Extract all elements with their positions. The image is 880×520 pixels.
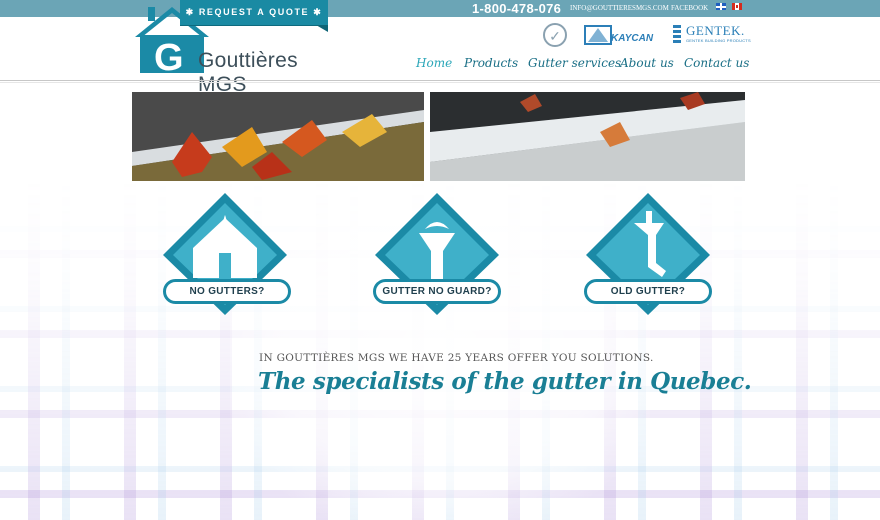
nav-gutter-services[interactable]: Gutter services <box>528 56 621 70</box>
kaycan-logo-text: KAYCAN <box>611 33 654 44</box>
service-label: GUTTER NO GUARD? <box>373 279 501 304</box>
service-gutter-no-guard[interactable]: GUTTER NO GUARD? <box>373 193 505 315</box>
gutter-guard-photo <box>430 92 745 181</box>
header-divider-shadow <box>0 82 880 83</box>
email-link[interactable]: INFO@GOUTTIERESMGS.COM <box>570 0 669 17</box>
request-quote-button[interactable]: ✱ REQUEST A QUOTE ✱ <box>180 0 328 32</box>
facebook-link[interactable]: FACEBOOK <box>671 0 708 17</box>
service-old-gutter[interactable]: OLD GUTTER? <box>584 193 716 315</box>
tagline-intro: In Gouttières MGS we have 25 years offer… <box>259 352 654 364</box>
nav-products[interactable]: Products <box>464 56 518 70</box>
check-badge-icon: ✓ <box>543 23 567 47</box>
nav-home[interactable]: Home <box>416 56 452 70</box>
service-label: OLD GUTTER? <box>584 279 712 304</box>
service-label: NO GUTTERS? <box>163 279 291 304</box>
quebec-flag-icon[interactable] <box>716 3 726 10</box>
logo-g-letter: G <box>154 37 184 79</box>
tagline-headline: The specialists of the gutter in Quebec. <box>258 368 752 395</box>
gentek-logo-text: GENTEK. <box>686 23 745 38</box>
logo-text: Gouttières MGS <box>198 49 298 96</box>
gutter-leaves-photo <box>132 92 424 181</box>
canada-flag-icon[interactable] <box>732 3 742 10</box>
nav-contact-us[interactable]: Contact us <box>684 56 749 70</box>
header-divider <box>0 80 880 81</box>
service-no-gutters[interactable]: NO GUTTERS? <box>163 193 295 315</box>
gentek-logo-subtext: GENTEK BUILDING PRODUCTS <box>686 38 751 43</box>
nav-about-us[interactable]: About us <box>620 56 674 70</box>
phone-number[interactable]: 1-800-478-076 <box>472 0 561 17</box>
